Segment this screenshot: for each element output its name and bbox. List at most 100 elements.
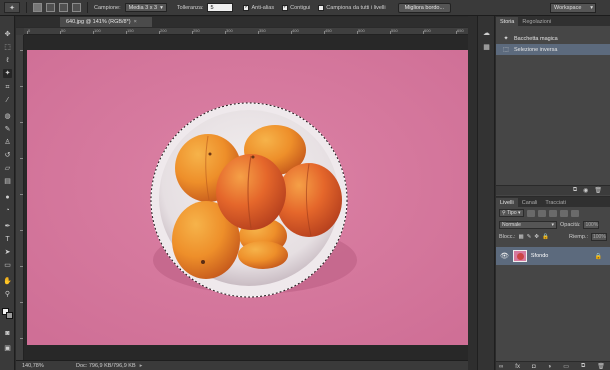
type-filter-icon[interactable] [548, 209, 557, 217]
subtract-selection-mode-button[interactable] [59, 3, 68, 12]
sample-all-checkbox[interactable] [318, 4, 325, 11]
lock-all-icon[interactable]: 🔒 [542, 234, 549, 240]
magic-wand-icon[interactable]: ✦ [3, 69, 12, 78]
dodge-icon[interactable]: ◔ [3, 206, 12, 215]
mask-icon[interactable]: ◘ [532, 364, 536, 370]
ruler-tick [423, 31, 424, 34]
ruler-tick [258, 31, 259, 34]
fill-input[interactable]: 100% [591, 233, 607, 241]
divider [26, 2, 27, 13]
history-panel-footer: ⧉ ◉ 🗑 [496, 185, 610, 195]
chevron-right-icon[interactable]: ▸ [140, 363, 143, 369]
ruler-tick [93, 31, 94, 34]
close-icon[interactable]: × [134, 19, 137, 25]
layer-filter-select[interactable]: ⚲ Tipo ▾ [499, 209, 524, 217]
layers-panel-footer: ∞ fx ◘ ◑ ▭ ⧉ 🗑 [496, 361, 610, 370]
fx-icon[interactable]: fx [515, 364, 520, 370]
adjustment-filter-icon[interactable] [537, 209, 546, 217]
shape-icon[interactable]: ▭ [3, 261, 12, 270]
contiguous-option[interactable]: ✓ Contigui [282, 4, 310, 11]
new-selection-mode-button[interactable] [33, 3, 42, 12]
history-item[interactable]: ✦ Bacchetta magica [496, 33, 610, 44]
horizontal-ruler: 0 50 100 150 200 250 300 350 400 450 500 550 600 650 [24, 28, 468, 35]
pen-icon[interactable]: ✒ [3, 222, 12, 231]
selection-icon: ⬚ [503, 47, 509, 53]
image-canvas[interactable] [27, 50, 468, 345]
tab-adjustments[interactable]: Regolazioni [518, 17, 555, 26]
ruler-tick [20, 158, 23, 159]
screen-mode-icon[interactable]: ▣ [3, 344, 12, 353]
stamp-icon[interactable]: ♙ [3, 138, 12, 147]
snapshot-icon[interactable]: ⧉ [573, 187, 577, 194]
history-panel-icon[interactable]: ☁ [482, 28, 491, 37]
ruler-tick-label: 650 [457, 28, 464, 33]
tab-channels[interactable]: Canali [518, 198, 542, 207]
chevron-down-icon: ▾ [551, 222, 554, 228]
layer-row-background[interactable]: 👁 Sfondo 🔒 [496, 247, 610, 265]
lock-paint-icon[interactable]: ✎ [527, 234, 532, 240]
opacity-input[interactable]: 100% [583, 221, 600, 229]
antialias-option[interactable]: ✓ Anti-alias [243, 4, 274, 11]
lock-move-icon[interactable]: ✥ [534, 234, 539, 240]
history-brush-icon[interactable]: ↺ [3, 151, 12, 160]
shape-filter-icon[interactable] [559, 209, 568, 217]
eyedropper-icon[interactable]: ⁄ [3, 96, 12, 105]
brush-icon[interactable]: ✎ [3, 125, 12, 134]
sample-all-option[interactable]: Campiona da tutti i livelli [318, 4, 386, 11]
zoom-level[interactable]: 140,78% [16, 363, 52, 369]
ruler-tick [27, 31, 28, 34]
marquee-icon[interactable]: ⬚ [3, 43, 12, 52]
tolerance-input[interactable]: 5 [207, 3, 234, 12]
eraser-icon[interactable]: ▱ [3, 164, 12, 173]
tab-history[interactable]: Storia [496, 17, 519, 26]
move-icon[interactable]: ✥ [3, 30, 12, 39]
tab-paths[interactable]: Tracciati [541, 198, 570, 207]
magic-wand-preset-icon[interactable]: ✦ [4, 2, 20, 13]
type-icon[interactable]: T [3, 235, 12, 244]
workspace-select[interactable]: Workspace ▾ [550, 3, 596, 13]
ruler-tick-label: 250 [193, 28, 200, 33]
blend-mode-select[interactable]: Normale ▾ [499, 221, 557, 229]
ruler-tick-label: 500 [358, 28, 365, 33]
ruler-tick-label: 200 [160, 28, 167, 33]
contiguous-checkbox[interactable]: ✓ [282, 4, 289, 11]
layer-name: Sfondo [530, 253, 549, 259]
tab-layers[interactable]: Livelli [496, 198, 518, 207]
ruler-tick [126, 31, 127, 34]
ruler-tick [20, 338, 23, 339]
swatches-panel-icon[interactable]: ▦ [482, 42, 491, 51]
document-tab[interactable]: 640.jpg @ 141% (RGB/8*) × [60, 17, 152, 27]
crop-icon[interactable]: ⌗ [3, 83, 12, 92]
sample-size-select[interactable]: Media 3 x 3 ▾ [124, 3, 167, 12]
refine-edge-button[interactable]: Migliora bordo... [397, 2, 452, 13]
tools-panel: ✥ ⬚ ℓ ✦ ⌗ ⁄ ◍ ✎ ♙ ↺ ▱ ▤ ● ◔ ✒ T ➤ ▭ ✋ ⚲ … [0, 16, 15, 370]
pixel-filter-icon[interactable] [526, 209, 535, 217]
eye-icon[interactable]: 👁 [500, 252, 509, 260]
trash-icon[interactable]: 🗑 [594, 187, 602, 194]
history-item-label: Selezione inversa [514, 46, 558, 53]
smart-object-filter-icon[interactable] [570, 209, 579, 217]
trash-icon[interactable]: 🗑 [597, 363, 605, 370]
hand-icon[interactable]: ✋ [3, 277, 12, 286]
add-selection-mode-button[interactable] [46, 3, 55, 12]
folder-icon[interactable]: ▭ [563, 363, 569, 370]
lasso-icon[interactable]: ℓ [3, 56, 12, 65]
blur-icon[interactable]: ● [3, 193, 12, 202]
background-color-swatch[interactable] [6, 312, 13, 319]
ruler-tick-label: 450 [325, 28, 332, 33]
history-item[interactable]: ⬚ Selezione inversa [496, 44, 610, 55]
history-panel-tabs: Storia Regolazioni [496, 16, 610, 26]
right-panels: Storia Regolazioni ✦ Bacchetta magica ⬚ … [496, 16, 610, 370]
adjustment-layer-icon[interactable]: ◑ [548, 364, 552, 370]
lock-transparent-icon[interactable]: ▩ [519, 234, 524, 240]
link-icon[interactable]: ∞ [499, 364, 503, 370]
healing-icon[interactable]: ◍ [3, 112, 12, 121]
antialias-checkbox[interactable]: ✓ [243, 4, 250, 11]
gradient-icon[interactable]: ▤ [3, 177, 12, 186]
path-select-icon[interactable]: ➤ [3, 248, 12, 257]
camera-icon[interactable]: ◉ [583, 187, 588, 194]
new-layer-icon[interactable]: ⧉ [581, 363, 585, 370]
quick-mask-icon[interactable]: ◙ [3, 329, 12, 338]
intersect-selection-mode-button[interactable] [72, 3, 81, 12]
zoom-icon[interactable]: ⚲ [3, 290, 12, 299]
